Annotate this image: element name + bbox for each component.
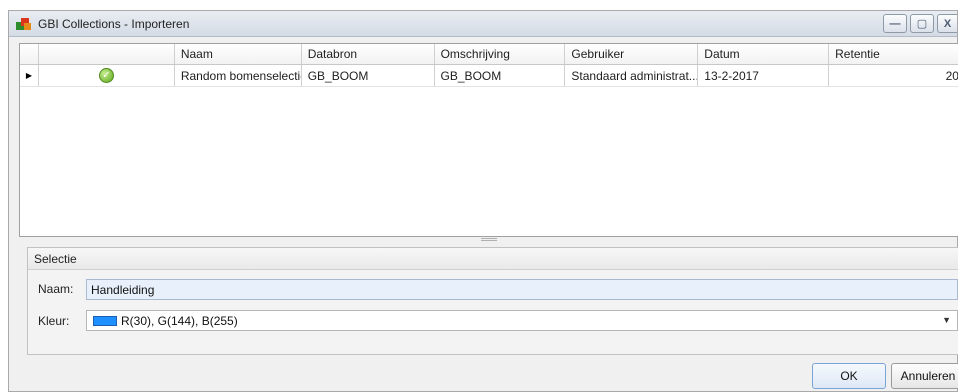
header-status (39, 44, 175, 64)
window-controls: — ▢ X (883, 14, 957, 34)
naam-label: Naam: (38, 282, 74, 296)
minimize-icon[interactable]: — (883, 14, 907, 33)
import-dialog: GBI Collections - Importeren — ▢ X Naam … (8, 10, 958, 392)
check-icon: ✓ (98, 68, 114, 83)
cell-datum[interactable]: 13-2-2017 (698, 65, 830, 86)
table-row[interactable]: ▶ ✓ Random bomenselectie GB_BOOM GB_BOOM… (20, 65, 958, 87)
selectie-header: Selectie (28, 248, 958, 270)
header-indicator (20, 44, 39, 64)
naam-input[interactable]: Handleiding (86, 279, 958, 300)
selectie-group: Selectie Naam: Handleiding Kleur: R(30),… (27, 247, 958, 355)
title-bar[interactable]: GBI Collections - Importeren — ▢ X (9, 11, 957, 37)
header-omschrijving[interactable]: Omschrijving (435, 44, 566, 64)
header-databron[interactable]: Databron (302, 44, 435, 64)
cell-gebruiker[interactable]: Standaard administrat... (565, 65, 699, 86)
kleur-select-value: R(30), G(144), B(255) (121, 313, 238, 328)
cancel-button[interactable]: Annuleren (891, 363, 958, 389)
grid-header: Naam Databron Omschrijving Gebruiker Dat… (20, 44, 958, 65)
kleur-select[interactable]: R(30), G(144), B(255) ▼ (86, 310, 958, 331)
collections-grid[interactable]: Naam Databron Omschrijving Gebruiker Dat… (19, 43, 958, 237)
chevron-down-icon[interactable]: ▼ (942, 315, 951, 325)
cell-naam[interactable]: Random bomenselectie (175, 65, 302, 86)
splitter-handle[interactable] (481, 238, 497, 241)
kleur-label: Kleur: (38, 314, 70, 328)
naam-input-value: Handleiding (91, 282, 155, 297)
header-gebruiker[interactable]: Gebruiker (565, 44, 699, 64)
header-retentie[interactable]: Retentie (829, 44, 958, 64)
close-icon[interactable]: X (937, 14, 957, 33)
header-datum[interactable]: Datum (698, 44, 830, 64)
maximize-icon[interactable]: ▢ (910, 14, 934, 33)
cell-retentie[interactable]: 20 (829, 65, 958, 86)
row-indicator-icon: ▶ (20, 65, 39, 86)
app-logo-icon (16, 18, 31, 30)
window-title: GBI Collections - Importeren (38, 17, 190, 31)
ok-button[interactable]: OK (812, 363, 886, 389)
cell-databron[interactable]: GB_BOOM (302, 65, 435, 86)
status-cell: ✓ (39, 65, 175, 86)
cell-omschrijving[interactable]: GB_BOOM (435, 65, 566, 86)
header-naam[interactable]: Naam (175, 44, 302, 64)
color-swatch (93, 315, 117, 326)
